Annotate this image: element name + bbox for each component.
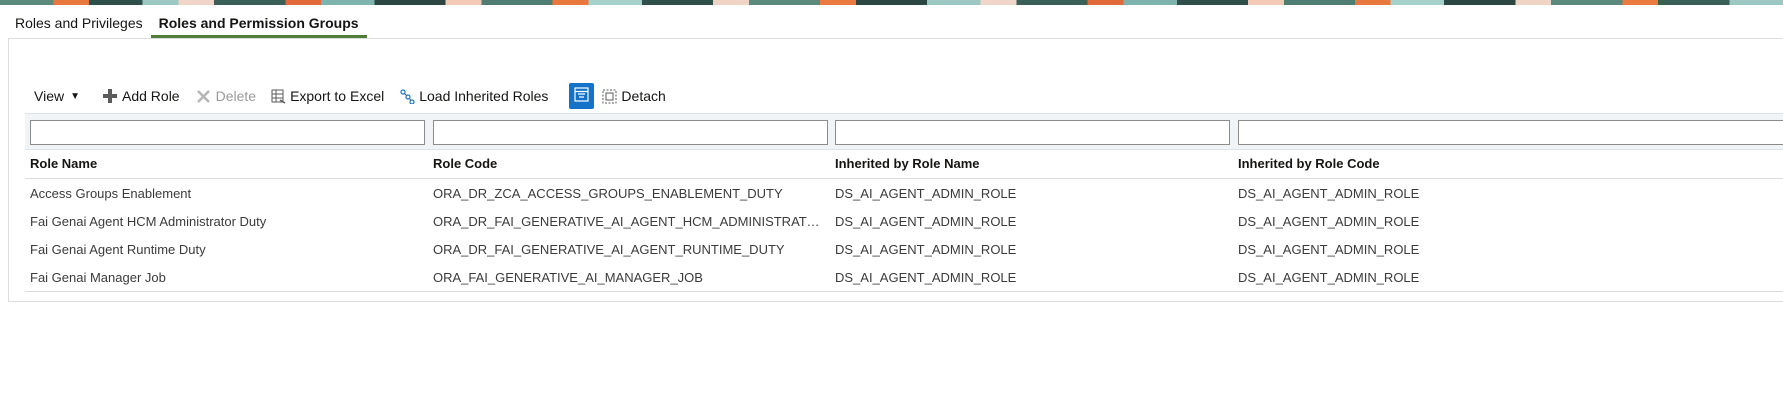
add-role-label: Add Role <box>122 88 180 104</box>
cell-role-code: ORA_FAI_GENERATIVE_AI_MANAGER_JOB <box>433 270 703 285</box>
header-banner <box>0 0 1783 5</box>
detach-label: Detach <box>621 88 666 104</box>
delete-label: Delete <box>215 88 257 104</box>
table-row[interactable]: Access Groups Enablement ORA_DR_ZCA_ACCE… <box>25 179 1783 207</box>
view-menu-button[interactable]: View ▼ <box>34 82 80 110</box>
delete-x-icon <box>196 88 212 104</box>
column-header-inherited-role-code[interactable]: Inherited by Role Code <box>1238 156 1783 171</box>
cell-inherited-role-code: DS_AI_AGENT_ADMIN_ROLE <box>1238 186 1420 201</box>
cell-role-code: ORA_DR_FAI_GENERATIVE_AI_AGENT_HCM_ADMIN… <box>433 214 828 229</box>
filter-row <box>25 113 1783 150</box>
cell-role-name: Access Groups Enablement <box>30 186 192 201</box>
freeze-columns-button[interactable] <box>569 83 595 109</box>
roles-table: Role Name Role Code Inherited by Role Na… <box>25 113 1783 292</box>
cell-inherited-role-name: DS_AI_AGENT_ADMIN_ROLE <box>835 186 1017 201</box>
cell-inherited-role-name: DS_AI_AGENT_ADMIN_ROLE <box>835 270 1017 285</box>
plus-icon <box>102 88 118 104</box>
load-inherited-roles-label: Load Inherited Roles <box>419 88 549 104</box>
filter-role-name-input[interactable] <box>30 120 425 145</box>
add-role-button[interactable]: Add Role <box>102 82 180 110</box>
load-inherited-roles-button[interactable]: Load Inherited Roles <box>399 82 548 110</box>
table-row[interactable]: Fai Genai Manager Job ORA_FAI_GENERATIVE… <box>25 263 1783 291</box>
export-to-excel-button[interactable]: Export to Excel <box>270 82 384 110</box>
cell-role-name: Fai Genai Agent Runtime Duty <box>30 242 206 257</box>
cell-inherited-role-name: DS_AI_AGENT_ADMIN_ROLE <box>835 242 1017 257</box>
table-header-row: Role Name Role Code Inherited by Role Na… <box>25 150 1783 179</box>
export-spreadsheet-icon <box>270 88 286 104</box>
export-label: Export to Excel <box>290 88 385 104</box>
cell-inherited-role-code: DS_AI_AGENT_ADMIN_ROLE <box>1238 270 1420 285</box>
tab-bar: Roles and Privileges Roles and Permissio… <box>0 10 367 38</box>
filter-inherited-role-code-input[interactable] <box>1238 120 1783 145</box>
cell-inherited-role-code: DS_AI_AGENT_ADMIN_ROLE <box>1238 214 1420 229</box>
cell-inherited-role-name: DS_AI_AGENT_ADMIN_ROLE <box>835 214 1017 229</box>
column-header-role-code[interactable]: Role Code <box>433 156 828 171</box>
hierarchy-icon <box>399 88 415 104</box>
filter-role-code-input[interactable] <box>433 120 828 145</box>
table-toolbar: View ▼ Add Role Delete Export to Excel L… <box>26 82 666 110</box>
detach-icon <box>601 88 617 104</box>
cell-inherited-role-code: DS_AI_AGENT_ADMIN_ROLE <box>1238 242 1420 257</box>
filter-inherited-role-name-input[interactable] <box>835 120 1230 145</box>
column-header-role-name[interactable]: Role Name <box>30 156 425 171</box>
view-label: View <box>34 88 65 104</box>
column-header-inherited-role-name[interactable]: Inherited by Role Name <box>835 156 1230 171</box>
cell-role-name: Fai Genai Agent HCM Administrator Duty <box>30 214 267 229</box>
freeze-icon <box>574 87 590 105</box>
detach-button[interactable]: Detach <box>601 82 666 110</box>
table-bottom-border <box>25 291 1783 292</box>
caret-down-icon: ▼ <box>70 90 80 102</box>
cell-role-code: ORA_DR_ZCA_ACCESS_GROUPS_ENABLEMENT_DUTY <box>433 186 783 201</box>
tab-roles-and-permission-groups[interactable]: Roles and Permission Groups <box>150 10 367 38</box>
delete-button[interactable]: Delete <box>196 82 256 110</box>
cell-role-code: ORA_DR_FAI_GENERATIVE_AI_AGENT_RUNTIME_D… <box>433 242 785 257</box>
table-row[interactable]: Fai Genai Agent Runtime Duty ORA_DR_FAI_… <box>25 235 1783 263</box>
table-row[interactable]: Fai Genai Agent HCM Administrator Duty O… <box>25 207 1783 235</box>
cell-role-name: Fai Genai Manager Job <box>30 270 166 285</box>
tab-roles-and-privileges[interactable]: Roles and Privileges <box>0 10 151 38</box>
